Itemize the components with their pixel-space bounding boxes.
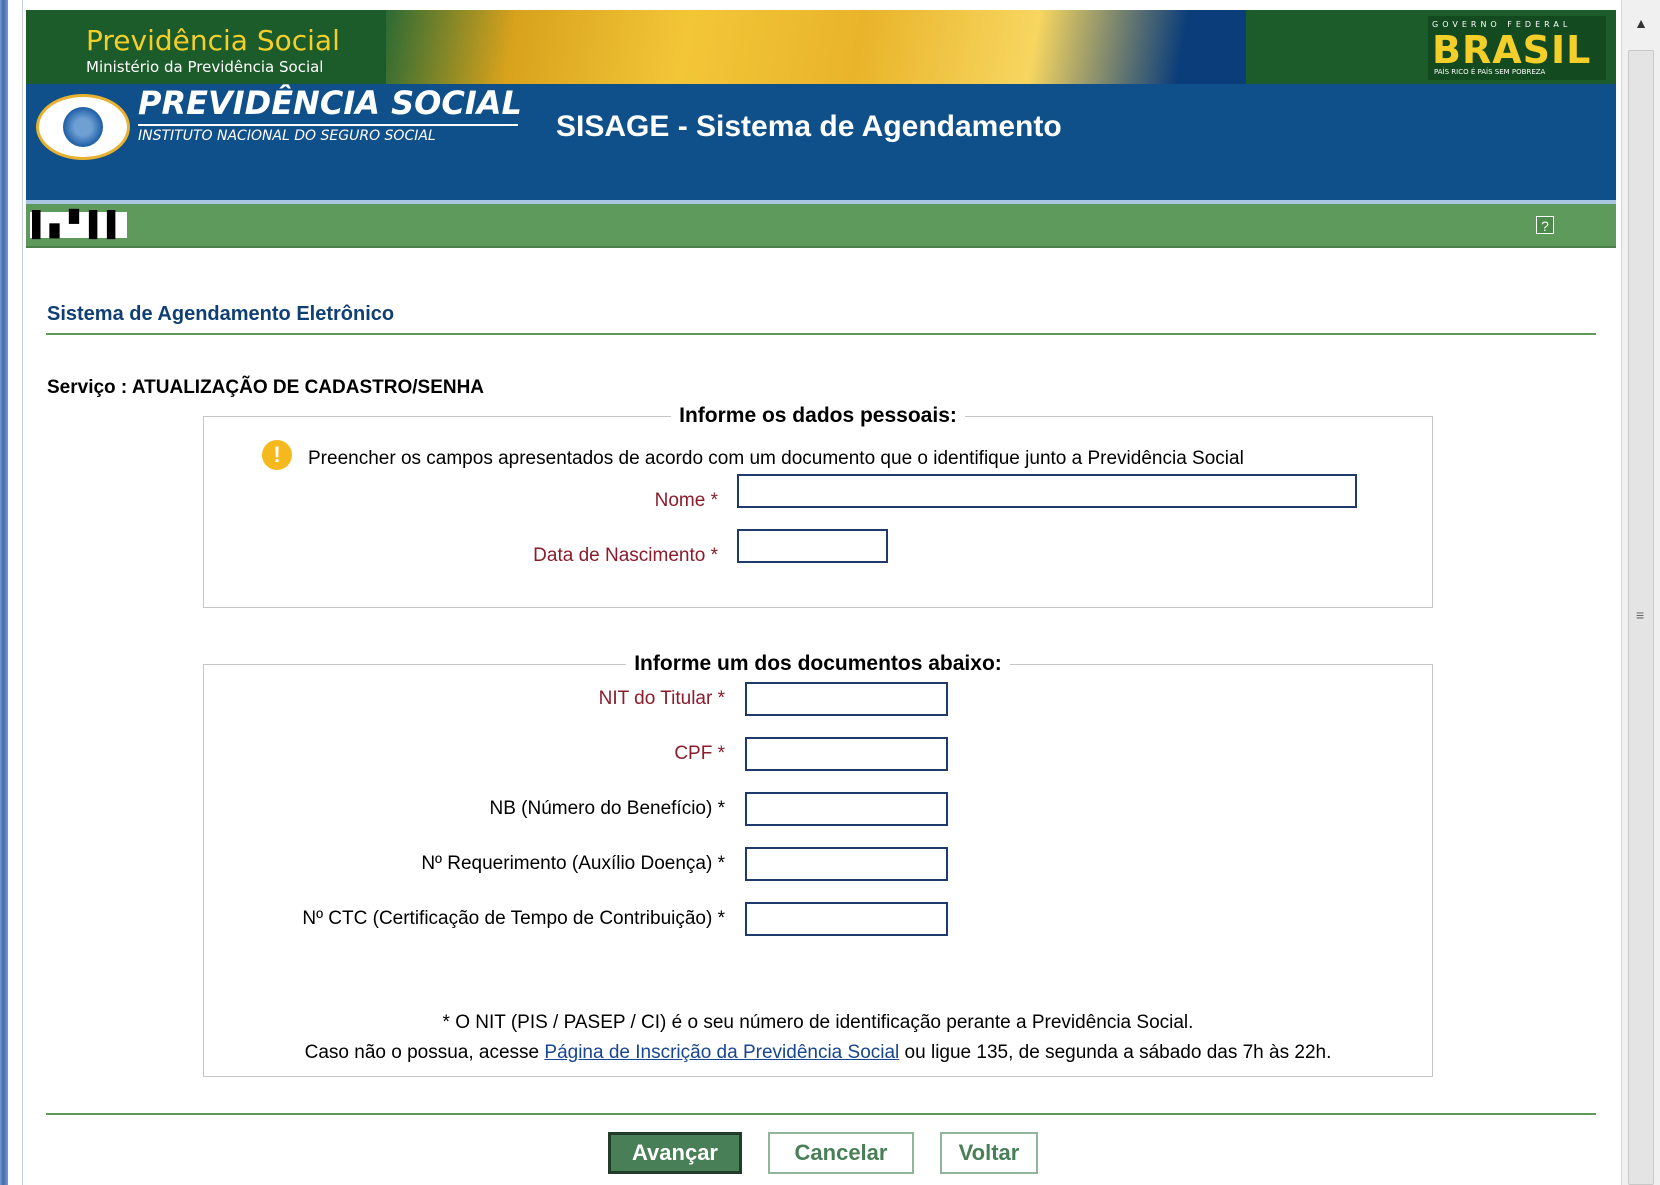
page-title: Sistema de Agendamento Eletrônico [47, 303, 395, 325]
warning-icon: ! [262, 440, 292, 470]
barcode-icon: ▌▖▘▌▌ [30, 211, 127, 238]
bottom-divider [46, 1113, 1596, 1115]
documents-legend: Informe um dos documentos abaixo: [634, 652, 1002, 675]
nome-input[interactable] [737, 474, 1357, 508]
page: Previdência Social Ministério da Previdê… [26, 0, 1616, 1185]
inss-title: PREVIDÊNCIA SOCIAL [138, 84, 522, 122]
note-text-before: Caso não o possua, acesse [304, 1042, 545, 1063]
ministerio-subtitle: Ministério da Previdência Social [86, 58, 324, 76]
nit-input[interactable] [745, 682, 948, 716]
header-nav-bar: ▌▖▘▌▌ ? [26, 204, 1616, 248]
nb-input[interactable] [745, 792, 948, 826]
requerimento-input[interactable] [745, 847, 948, 881]
scroll-grip-icon: ≡ [1636, 607, 1645, 623]
nascimento-label: Data de Nascimento * [533, 545, 718, 566]
header-main: PREVIDÊNCIA SOCIAL INSTITUTO NACIONAL DO… [26, 84, 1616, 204]
brasil-logo[interactable]: GOVERNO FEDERAL BRASIL PAÍS RICO É PAÍS … [1428, 16, 1606, 80]
inss-logo-inner [63, 107, 103, 147]
inss-logo-icon [36, 94, 130, 160]
inss-divider [138, 124, 518, 126]
brasil-word: BRASIL [1432, 28, 1592, 72]
previdencia-title: Previdência Social [86, 24, 340, 57]
nit-label: NIT do Titular * [598, 688, 725, 709]
ctc-label: Nº CTC (Certificação de Tempo de Contrib… [302, 908, 725, 929]
system-title: SISAGE - Sistema de Agendamento [556, 110, 1062, 143]
inscricao-note: Caso não o possua, acesse Página de Insc… [203, 1042, 1433, 1064]
cancelar-button[interactable]: Cancelar [768, 1132, 914, 1174]
personal-data-legend: Informe os dados pessoais: [679, 404, 957, 427]
voltar-button[interactable]: Voltar [940, 1132, 1038, 1174]
banner-gradient [386, 10, 1246, 84]
title-divider [46, 333, 1596, 335]
cpf-input[interactable] [745, 737, 948, 771]
service-label: Serviço : ATUALIZAÇÃO DE CADASTRO/SENHA [47, 377, 485, 398]
avancar-button[interactable]: Avançar [608, 1132, 742, 1174]
brasil-slogan: PAÍS RICO É PAÍS SEM POBREZA [1434, 68, 1546, 76]
window-left-border [8, 0, 23, 1185]
header-top-banner: Previdência Social Ministério da Previdê… [26, 10, 1616, 84]
nome-label: Nome * [654, 490, 718, 511]
requerimento-label: Nº Requerimento (Auxílio Doença) * [421, 853, 725, 874]
nascimento-input[interactable] [737, 529, 888, 563]
window-left-edge [0, 0, 8, 1185]
nb-label: NB (Número do Benefício) * [489, 798, 726, 819]
inss-subtitle: INSTITUTO NACIONAL DO SEGURO SOCIAL [138, 128, 436, 144]
warning-text: Preencher os campos apresentados de acor… [308, 448, 1244, 469]
inscricao-link[interactable]: Página de Inscrição da Previdência Socia… [544, 1042, 899, 1063]
help-button[interactable]: ? [1536, 216, 1554, 234]
ctc-input[interactable] [745, 902, 948, 936]
scroll-up-icon[interactable]: ▲ [1628, 10, 1654, 36]
vertical-scrollbar[interactable]: ▲ ≡ [1621, 0, 1660, 1185]
cpf-label: CPF * [674, 743, 725, 764]
nit-note: * O NIT (PIS / PASEP / CI) é o seu númer… [442, 1012, 1194, 1033]
note-text-after: ou ligue 135, de segunda a sábado das 7h… [899, 1042, 1332, 1063]
